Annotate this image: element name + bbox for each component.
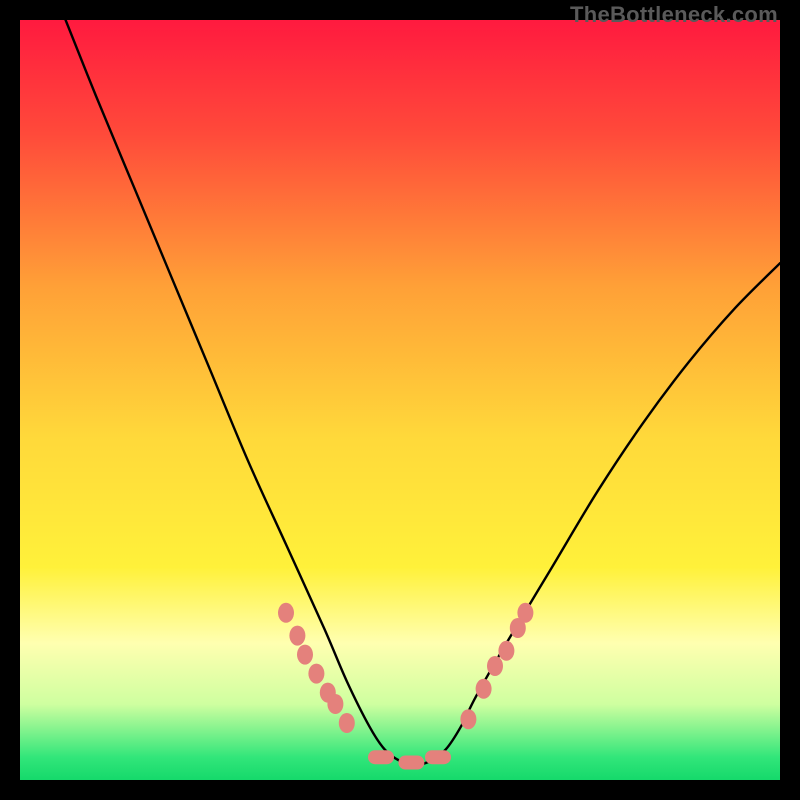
- chart-frame: TheBottleneck.com: [0, 0, 800, 800]
- marker-dot: [498, 641, 514, 661]
- plot-area: [20, 20, 780, 780]
- marker-dot: [297, 645, 313, 665]
- marker-dot: [517, 603, 533, 623]
- marker-dot: [476, 679, 492, 699]
- marker-dot: [278, 603, 294, 623]
- marker-dot: [487, 656, 503, 676]
- marker-dot: [308, 664, 324, 684]
- marker-pill: [398, 756, 424, 770]
- marker-pill: [425, 750, 451, 764]
- marker-dot: [289, 626, 305, 646]
- marker-pill: [368, 750, 394, 764]
- watermark-text: TheBottleneck.com: [570, 2, 778, 28]
- gradient-background: [20, 20, 780, 780]
- marker-dot: [460, 709, 476, 729]
- chart-svg: [20, 20, 780, 780]
- marker-dot: [339, 713, 355, 733]
- marker-dot: [327, 694, 343, 714]
